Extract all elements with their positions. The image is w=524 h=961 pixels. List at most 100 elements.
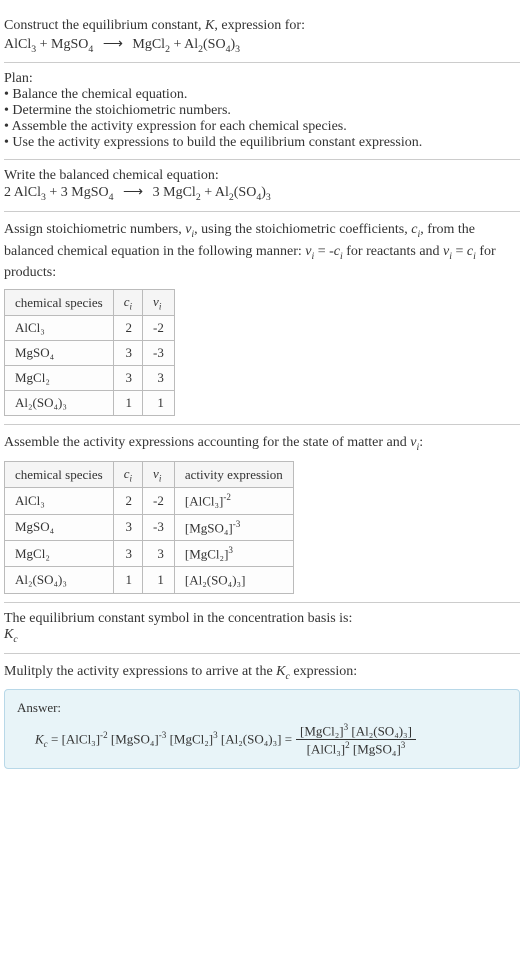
table-header-row: chemical species ci νi activity expressi… <box>5 461 294 488</box>
arrow-icon: ⟶ <box>103 36 123 53</box>
activity-table: chemical species ci νi activity expressi… <box>4 461 294 594</box>
frac-top2: [Al₂(SO₄)₃] <box>348 723 412 738</box>
table-row: Al₂(SO₄)₃ 1 1 <box>5 391 175 416</box>
i-sub: i <box>159 473 162 483</box>
cell-species: Al₂(SO₄)₃ <box>5 567 114 593</box>
i-sub: i <box>130 301 133 311</box>
term2: [MgSO₄] <box>108 732 159 747</box>
symbol-text: The equilibrium constant symbol in the c… <box>4 611 520 627</box>
term1: [AlCl₃] <box>62 732 100 747</box>
table-row: AlCl₃ 2 -2 <box>5 316 175 341</box>
cell-nui: 1 <box>143 391 175 416</box>
plan-item: Determine the stoichiometric numbers. <box>4 103 520 119</box>
frac-top1: [MgCl₂] <box>300 723 344 738</box>
act-base: [AlCl₃] <box>185 494 223 509</box>
bal-p2a: Al <box>215 185 229 200</box>
bal-p2-sub3: 3 <box>266 192 271 203</box>
kc-symbol: Kc <box>4 627 520 645</box>
cell-activity: [MgSO₄]-3 <box>174 514 293 540</box>
cell-nui: -2 <box>143 316 175 341</box>
cell-ci: 3 <box>113 541 142 567</box>
cell-ci: 2 <box>113 488 142 514</box>
multiply-t2: expression: <box>290 664 357 679</box>
plan-title: Plan: <box>4 71 520 87</box>
plus-2: + <box>170 37 184 52</box>
cell-species: AlCl₃ <box>5 316 114 341</box>
K-symbol: K <box>4 627 13 642</box>
product-2a: Al <box>184 37 198 52</box>
prompt-text-1: Construct the equilibrium constant, <box>4 18 205 33</box>
act-base: [Al₂(SO₄)₃] <box>185 573 246 588</box>
table-row: AlCl₃ 2 -2 [AlCl₃]-2 <box>5 488 294 514</box>
col-ci: ci <box>113 461 142 488</box>
assign-section: Assign stoichiometric numbers, νi, using… <box>4 212 520 425</box>
cell-species: MgSO₄ <box>5 514 114 540</box>
product-1: MgCl <box>132 37 165 52</box>
col-activity: activity expression <box>174 461 293 488</box>
product-2b: (SO <box>203 37 226 52</box>
col-species: chemical species <box>5 461 114 488</box>
cell-species: MgCl₂ <box>5 541 114 567</box>
i-sub: i <box>130 473 133 483</box>
reactant-2-sub: 4 <box>88 43 93 54</box>
col-nui: νi <box>143 461 175 488</box>
bal-r1: 2 AlCl <box>4 185 41 200</box>
act-exp: -3 <box>233 519 241 529</box>
assemble-section: Assemble the activity expressions accoun… <box>4 425 520 602</box>
plan-list: Balance the chemical equation. Determine… <box>4 87 520 151</box>
prompt-text-1b: , expression for: <box>214 18 305 33</box>
arrow-icon: ⟶ <box>123 184 143 201</box>
cell-nui: -2 <box>143 488 175 514</box>
col-ci: ci <box>113 289 142 316</box>
K-symbol: K <box>205 18 214 33</box>
prompt-section: Construct the equilibrium constant, K, e… <box>4 8 520 63</box>
cell-ci: 2 <box>113 316 142 341</box>
cell-species: AlCl₃ <box>5 488 114 514</box>
cell-nui: -3 <box>143 514 175 540</box>
answer-box: Answer: Kc = [AlCl₃]-2 [MgSO₄]-3 [MgCl₂]… <box>4 689 520 769</box>
i-sub: i <box>159 301 162 311</box>
table-row: MgCl₂ 3 3 [MgCl₂]3 <box>5 541 294 567</box>
multiply-text: Mulitply the activity expressions to arr… <box>4 662 520 684</box>
exp1: -2 <box>100 730 108 740</box>
bal-r2-sub: 4 <box>109 192 114 203</box>
col-nui: νi <box>143 289 175 316</box>
col-species: chemical species <box>5 289 114 316</box>
fraction: [MgCl₂]3 [Al₂(SO₄)₃] [AlCl₃]2 [MgSO₄]3 <box>296 722 416 758</box>
plan-item: Balance the chemical equation. <box>4 87 520 103</box>
kc-lhs: Kc = [AlCl₃]-2 [MgSO₄]-3 [MgCl₂]3 [Al₂(S… <box>35 730 292 749</box>
cell-activity: [AlCl₃]-2 <box>174 488 293 514</box>
act-base: [MgCl₂] <box>185 546 229 561</box>
assign-t1: Assign stoichiometric numbers, <box>4 222 185 237</box>
table-row: Al₂(SO₄)₃ 1 1 [Al₂(SO₄)₃] <box>5 567 294 593</box>
cell-nui: 3 <box>143 366 175 391</box>
cell-nui: 1 <box>143 567 175 593</box>
assemble-colon: : <box>419 435 423 450</box>
cell-nui: -3 <box>143 341 175 366</box>
table-header-row: chemical species ci νi <box>5 289 175 316</box>
assign-t4: for reactants and <box>343 244 443 259</box>
assemble-text: Assemble the activity expressions accoun… <box>4 433 520 455</box>
balanced-section: Write the balanced chemical equation: 2 … <box>4 160 520 212</box>
plan-section: Plan: Balance the chemical equation. Det… <box>4 63 520 160</box>
plan-item: Assemble the activity expression for eac… <box>4 119 520 135</box>
bal-p2b: (SO <box>234 185 257 200</box>
product-2-sub3: 3 <box>235 43 240 54</box>
cell-activity: [Al₂(SO₄)₃] <box>174 567 293 593</box>
act-exp: 3 <box>228 545 233 555</box>
multiply-t1: Mulitply the activity expressions to arr… <box>4 664 276 679</box>
prompt-line1: Construct the equilibrium constant, K, e… <box>4 16 520 36</box>
fraction-denominator: [AlCl₃]2 [MgSO₄]3 <box>296 740 416 757</box>
cell-species: MgSO₄ <box>5 341 114 366</box>
frac-bot2-e: 3 <box>401 740 406 750</box>
cell-ci: 3 <box>113 514 142 540</box>
cell-ci: 1 <box>113 391 142 416</box>
plan-item: Use the activity expressions to build th… <box>4 135 520 151</box>
assign-text: Assign stoichiometric numbers, νi, using… <box>4 220 520 283</box>
reactant-2: MgSO <box>51 37 88 52</box>
cell-species: MgCl₂ <box>5 366 114 391</box>
cell-ci: 1 <box>113 567 142 593</box>
balanced-title: Write the balanced chemical equation: <box>4 168 520 184</box>
fraction-numerator: [MgCl₂]3 [Al₂(SO₄)₃] <box>296 722 416 740</box>
bal-r2: 3 MgSO <box>61 185 109 200</box>
